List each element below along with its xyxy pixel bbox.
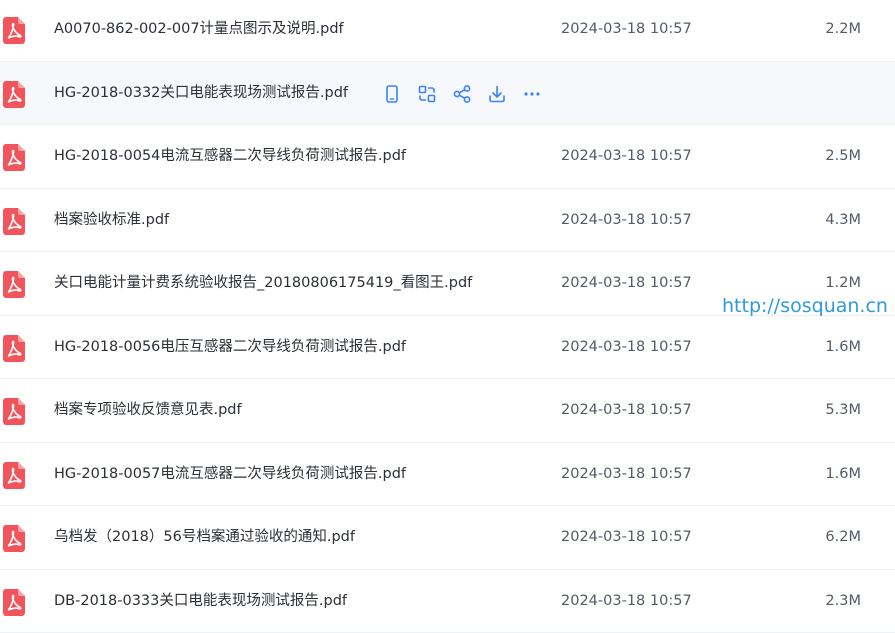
file-date: 2024-03-18 10:57 <box>561 252 692 315</box>
file-name[interactable]: A0070-862-002-007计量点图示及说明.pdf <box>54 0 344 61</box>
file-size: 1.6M <box>825 443 861 506</box>
file-name[interactable]: HG-2018-0332关口电能表现场测试报告.pdf <box>54 62 348 125</box>
row-actions <box>382 84 542 104</box>
file-date: 2024-03-18 10:57 <box>561 443 692 506</box>
file-name[interactable]: 档案验收标准.pdf <box>54 189 169 252</box>
file-row[interactable]: A0070-862-002-007计量点图示及说明.pdf 2024-03-18… <box>0 0 895 62</box>
file-row[interactable]: 档案专项验收反馈意见表.pdf 2024-03-18 10:57 5.3M <box>0 379 895 443</box>
pdf-file-icon <box>3 398 25 425</box>
pdf-file-icon <box>3 525 25 552</box>
pdf-file-icon <box>3 81 25 108</box>
file-size: 6.2M <box>825 506 861 569</box>
file-size: 4.3M <box>825 189 861 252</box>
more-icon[interactable] <box>522 84 542 104</box>
pdf-file-icon <box>3 17 25 44</box>
convert-icon[interactable] <box>417 84 437 104</box>
watermark-url: http://sosquan.cn <box>722 295 888 317</box>
share-icon[interactable] <box>452 84 472 104</box>
file-row[interactable]: HG-2018-0057电流互感器二次导线负荷测试报告.pdf 2024-03-… <box>0 443 895 507</box>
file-row[interactable]: 乌档发（2018）56号档案通过验收的通知.pdf 2024-03-18 10:… <box>0 506 895 570</box>
pdf-file-icon <box>3 462 25 489</box>
file-name[interactable]: HG-2018-0056电压互感器二次导线负荷测试报告.pdf <box>54 316 406 379</box>
file-size: 2.2M <box>825 0 861 61</box>
file-row[interactable]: DB-2018-0333关口电能表现场测试报告.pdf 2024-03-18 1… <box>0 570 895 633</box>
file-name[interactable]: HG-2018-0057电流互感器二次导线负荷测试报告.pdf <box>54 443 406 506</box>
download-icon[interactable] <box>487 84 507 104</box>
file-date: 2024-03-18 10:57 <box>561 570 692 633</box>
pdf-file-icon <box>3 144 25 171</box>
file-size: 2.3M <box>825 570 861 633</box>
file-date: 2024-03-18 10:57 <box>561 506 692 569</box>
file-date: 2024-03-18 10:57 <box>561 316 692 379</box>
pdf-file-icon <box>3 589 25 616</box>
file-row[interactable]: 档案验收标准.pdf 2024-03-18 10:57 4.3M <box>0 189 895 253</box>
file-name[interactable]: DB-2018-0333关口电能表现场测试报告.pdf <box>54 570 347 633</box>
file-size: 1.6M <box>825 316 861 379</box>
file-date: 2024-03-18 10:57 <box>561 0 692 61</box>
pdf-file-icon <box>3 208 25 235</box>
pdf-file-icon <box>3 335 25 362</box>
file-name[interactable]: HG-2018-0054电流互感器二次导线负荷测试报告.pdf <box>54 125 406 188</box>
file-date: 2024-03-18 10:57 <box>561 379 692 442</box>
file-row[interactable]: HG-2018-0056电压互感器二次导线负荷测试报告.pdf 2024-03-… <box>0 316 895 380</box>
file-row[interactable]: HG-2018-0054电流互感器二次导线负荷测试报告.pdf 2024-03-… <box>0 125 895 189</box>
phone-icon[interactable] <box>382 84 402 104</box>
file-name[interactable]: 档案专项验收反馈意见表.pdf <box>54 379 242 442</box>
file-date: 2024-03-18 10:57 <box>561 125 692 188</box>
file-date: 2024-03-18 10:57 <box>561 189 692 252</box>
file-name[interactable]: 乌档发（2018）56号档案通过验收的通知.pdf <box>54 506 355 569</box>
file-size: 5.3M <box>825 379 861 442</box>
file-name[interactable]: 关口电能计量计费系统验收报告_20180806175419_看图王.pdf <box>54 252 472 315</box>
file-row-hovered[interactable]: HG-2018-0332关口电能表现场测试报告.pdf <box>0 62 895 126</box>
file-size: 2.5M <box>825 125 861 188</box>
pdf-file-icon <box>3 271 25 298</box>
